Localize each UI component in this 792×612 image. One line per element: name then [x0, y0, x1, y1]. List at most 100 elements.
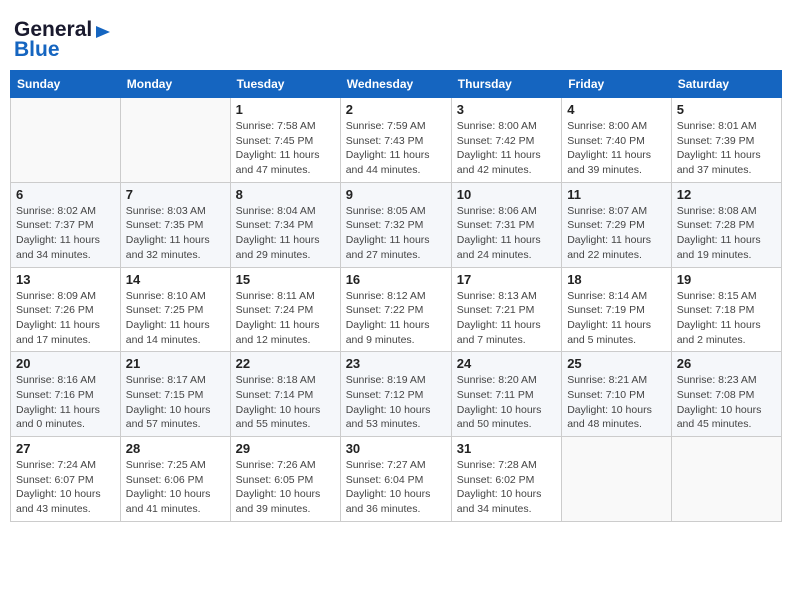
sunrise-text: Sunrise: 8:08 AM	[677, 205, 757, 217]
weekday-header-friday: Friday	[562, 71, 672, 98]
daylight-text: Daylight: 11 hours and 14 minutes.	[126, 319, 210, 346]
sunset-text: Sunset: 7:40 PM	[567, 135, 645, 147]
day-number: 13	[16, 272, 115, 287]
sunset-text: Sunset: 7:21 PM	[457, 304, 535, 316]
sunset-text: Sunset: 7:34 PM	[236, 219, 314, 231]
day-number: 8	[236, 187, 335, 202]
day-info: Sunrise: 8:02 AMSunset: 7:37 PMDaylight:…	[16, 204, 115, 263]
daylight-text: Daylight: 10 hours and 50 minutes.	[457, 404, 542, 431]
sunrise-text: Sunrise: 8:18 AM	[236, 374, 316, 386]
daylight-text: Daylight: 11 hours and 22 minutes.	[567, 234, 651, 261]
day-info: Sunrise: 8:04 AMSunset: 7:34 PMDaylight:…	[236, 204, 335, 263]
day-number: 30	[346, 441, 446, 456]
logo: General Blue	[14, 18, 112, 62]
day-number: 10	[457, 187, 556, 202]
day-number: 11	[567, 187, 666, 202]
sunrise-text: Sunrise: 8:02 AM	[16, 205, 96, 217]
sunrise-text: Sunrise: 8:12 AM	[346, 290, 426, 302]
day-number: 17	[457, 272, 556, 287]
calendar-cell: 25Sunrise: 8:21 AMSunset: 7:10 PMDayligh…	[562, 352, 672, 437]
day-number: 15	[236, 272, 335, 287]
day-info: Sunrise: 8:12 AMSunset: 7:22 PMDaylight:…	[346, 289, 446, 348]
daylight-text: Daylight: 11 hours and 37 minutes.	[677, 149, 761, 176]
day-info: Sunrise: 7:59 AMSunset: 7:43 PMDaylight:…	[346, 119, 446, 178]
sunrise-text: Sunrise: 8:09 AM	[16, 290, 96, 302]
daylight-text: Daylight: 10 hours and 57 minutes.	[126, 404, 211, 431]
sunset-text: Sunset: 7:11 PM	[457, 389, 534, 401]
sunset-text: Sunset: 7:12 PM	[346, 389, 424, 401]
sunset-text: Sunset: 6:07 PM	[16, 474, 94, 486]
calendar-cell: 6Sunrise: 8:02 AMSunset: 7:37 PMDaylight…	[11, 182, 121, 267]
sunrise-text: Sunrise: 8:21 AM	[567, 374, 647, 386]
sunset-text: Sunset: 7:43 PM	[346, 135, 424, 147]
calendar-cell: 13Sunrise: 8:09 AMSunset: 7:26 PMDayligh…	[11, 267, 121, 352]
calendar-cell: 16Sunrise: 8:12 AMSunset: 7:22 PMDayligh…	[340, 267, 451, 352]
sunset-text: Sunset: 6:05 PM	[236, 474, 314, 486]
sunrise-text: Sunrise: 8:16 AM	[16, 374, 96, 386]
calendar-week-row: 27Sunrise: 7:24 AMSunset: 6:07 PMDayligh…	[11, 437, 782, 522]
sunrise-text: Sunrise: 8:10 AM	[126, 290, 206, 302]
calendar-cell: 7 Sunrise: 8:03 AMSunset: 7:35 PMDaylight…	[120, 182, 230, 267]
sunrise-text: Sunrise: 8:00 AM	[457, 120, 537, 132]
weekday-header-saturday: Saturday	[671, 71, 781, 98]
day-info: Sunrise: 8:21 AMSunset: 7:10 PMDaylight:…	[567, 373, 666, 432]
day-number: 9	[346, 187, 446, 202]
calendar-cell: 9 Sunrise: 8:05 AM Sunset: 7:32 PM Daylight…	[340, 182, 451, 267]
calendar-cell	[120, 98, 230, 183]
day-info: Sunrise: 8:18 AMSunset: 7:14 PMDaylight:…	[236, 373, 335, 432]
daylight-text: Daylight: 10 hours and 39 minutes.	[236, 488, 321, 515]
calendar-cell: 2Sunrise: 7:59 AMSunset: 7:43 PMDaylight…	[340, 98, 451, 183]
day-info: Sunrise: 7:25 AMSunset: 6:06 PMDaylight:…	[126, 458, 225, 517]
sunset-text: Sunset: 7:37 PM	[16, 219, 94, 231]
day-number: 7	[126, 187, 225, 202]
daylight-text: Daylight: 11 hours and 42 minutes.	[457, 149, 541, 176]
daylight-text: Daylight: 11 hours and 32 minutes.	[126, 234, 210, 261]
day-info: Sunrise: 7:27 AMSunset: 6:04 PMDaylight:…	[346, 458, 446, 517]
day-info: Sunrise: 8:01 AMSunset: 7:39 PMDaylight:…	[677, 119, 776, 178]
day-number: 6	[16, 187, 115, 202]
calendar-cell: 29Sunrise: 7:26 AMSunset: 6:05 PMDayligh…	[230, 437, 340, 522]
sunrise-text: Sunrise: 8:20 AM	[457, 374, 537, 386]
sunrise-text: Sunrise: 8:06 AM	[457, 205, 537, 217]
sunrise-text: Sunrise: 7:28 AM	[457, 459, 537, 471]
weekday-header-monday: Monday	[120, 71, 230, 98]
daylight-text: Daylight: 10 hours and 55 minutes.	[236, 404, 321, 431]
day-info: Sunrise: 8:17 AMSunset: 7:15 PMDaylight:…	[126, 373, 225, 432]
day-number: 19	[677, 272, 776, 287]
day-info: Sunrise: 8:03 AMSunset: 7:35 PMDaylight:…	[126, 204, 225, 263]
sunrise-text: Sunrise: 7:27 AM	[346, 459, 426, 471]
calendar-cell: 21Sunrise: 8:17 AMSunset: 7:15 PMDayligh…	[120, 352, 230, 437]
sunset-text: Sunset: 7:29 PM	[567, 219, 645, 231]
sunrise-text: Sunrise: 7:25 AM	[126, 459, 206, 471]
daylight-text: Daylight: 10 hours and 41 minutes.	[126, 488, 211, 515]
sunset-text: Sunset: 7:25 PM	[126, 304, 204, 316]
day-info: Sunrise: 8:06 AMSunset: 7:31 PMDaylight:…	[457, 204, 556, 263]
day-number: 28	[126, 441, 225, 456]
weekday-header-row: SundayMondayTuesdayWednesdayThursdayFrid…	[11, 71, 782, 98]
weekday-header-tuesday: Tuesday	[230, 71, 340, 98]
day-info: Sunrise: 8:10 AM Sunset: 7:25 PM Daylight:…	[126, 289, 225, 348]
sunset-text: Sunset: 7:32 PM	[346, 219, 424, 231]
sunset-text: Sunset: 7:39 PM	[677, 135, 755, 147]
logo-chevron-icon	[94, 24, 112, 40]
sunset-text: Sunset: 7:45 PM	[236, 135, 314, 147]
calendar-cell: 3Sunrise: 8:00 AMSunset: 7:42 PMDaylight…	[451, 98, 561, 183]
calendar-cell: 1Sunrise: 7:58 AMSunset: 7:45 PMDaylight…	[230, 98, 340, 183]
day-info: Sunrise: 8:00 AMSunset: 7:40 PMDaylight:…	[567, 119, 666, 178]
calendar-cell: 18Sunrise: 8:14 AMSunset: 7:19 PMDayligh…	[562, 267, 672, 352]
calendar-cell: 27Sunrise: 7:24 AMSunset: 6:07 PMDayligh…	[11, 437, 121, 522]
day-info: Sunrise: 8:20 AM Sunset: 7:11 PM Daylight:…	[457, 373, 556, 432]
calendar-cell: 31Sunrise: 7:28 AMSunset: 6:02 PMDayligh…	[451, 437, 561, 522]
sunrise-text: Sunrise: 7:59 AM	[346, 120, 426, 132]
daylight-text: Daylight: 11 hours and 19 minutes.	[677, 234, 761, 261]
daylight-text: Daylight: 11 hours and 27 minutes.	[346, 234, 430, 261]
calendar-cell: 26Sunrise: 8:23 AMSunset: 7:08 PMDayligh…	[671, 352, 781, 437]
sunrise-text: Sunrise: 8:05 AM	[346, 205, 426, 217]
calendar-week-row: 6 Sunrise: 8:02 AM Sunset: 7:37 PM Daylight…	[11, 182, 782, 267]
sunrise-text: Sunrise: 7:58 AM	[236, 120, 316, 132]
day-info: Sunrise: 8:16 AMSunset: 7:16 PMDaylight:…	[16, 373, 115, 432]
calendar-cell	[562, 437, 672, 522]
daylight-text: Daylight: 10 hours and 43 minutes.	[16, 488, 101, 515]
daylight-text: Daylight: 11 hours and 2 minutes.	[677, 319, 761, 346]
calendar-week-row: 20Sunrise: 8:16 AMSunset: 7:16 PMDayligh…	[11, 352, 782, 437]
